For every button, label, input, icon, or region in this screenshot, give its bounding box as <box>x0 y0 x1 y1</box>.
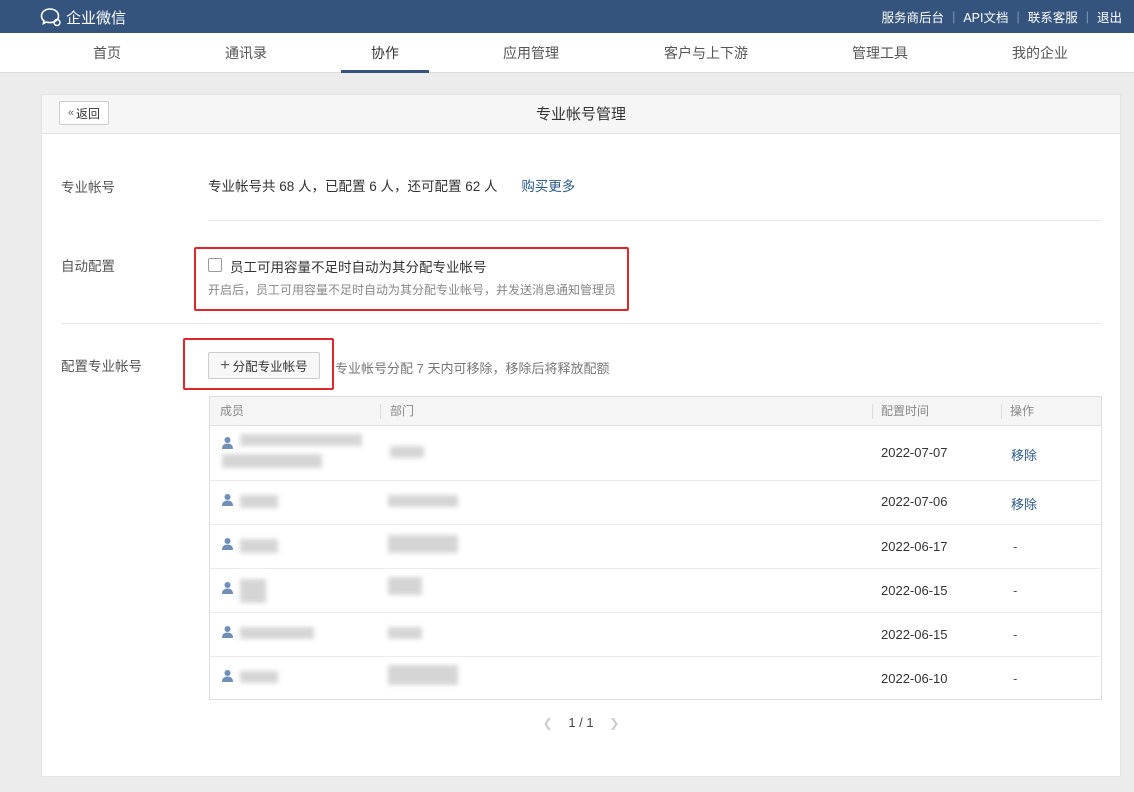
divider: | <box>952 9 956 24</box>
column-divider <box>1001 404 1002 419</box>
redacted-department <box>388 665 458 685</box>
column-date: 配置时间 <box>881 404 930 418</box>
assign-date: 2022-06-15 <box>881 583 948 598</box>
redacted-member-name <box>240 495 278 508</box>
auto-assign-checkbox[interactable] <box>208 258 222 272</box>
redacted-department <box>390 446 424 458</box>
table-header: 成员 部门 配置时间 操作 <box>210 397 1101 426</box>
column-department: 部门 <box>390 404 415 418</box>
table-row: 2022-06-17 - <box>210 525 1101 569</box>
assign-date: 2022-07-07 <box>881 445 948 460</box>
assign-account-button[interactable]: + 分配专业帐号 <box>208 352 320 379</box>
page-indicator: 1 / 1 <box>568 715 594 730</box>
nav-customers[interactable]: 客户与上下游 <box>652 33 760 73</box>
nav-admin-tools[interactable]: 管理工具 <box>836 33 924 73</box>
content-panel: 专业帐号管理 « 返回 专业帐号 专业帐号共 68 人，已配置 6 人，还可配置… <box>41 94 1121 777</box>
table-row: 2022-07-06 移除 <box>210 481 1101 525</box>
no-action: - <box>1013 583 1018 598</box>
service-provider-link[interactable]: 服务商后台 <box>882 7 945 26</box>
user-icon <box>222 670 233 682</box>
prev-page-icon[interactable]: ❮ <box>543 716 553 730</box>
wecom-logo-icon <box>40 8 61 27</box>
redacted-department <box>388 495 458 507</box>
assigned-accounts-table: 成员 部门 配置时间 操作 2022-07-07 移除 2022-07-06 移… <box>209 396 1102 700</box>
panel-header: 专业帐号管理 « 返回 <box>42 95 1120 134</box>
assign-date: 2022-06-17 <box>881 539 948 554</box>
redacted-member-name <box>240 627 314 639</box>
no-action: - <box>1013 627 1018 642</box>
table-row: 2022-06-15 - <box>210 569 1101 613</box>
column-divider <box>872 404 873 419</box>
auto-assign-label[interactable]: 员工可用容量不足时自动为其分配专业帐号 <box>230 256 487 276</box>
divider: | <box>1085 9 1089 24</box>
nav-contacts[interactable]: 通讯录 <box>206 33 286 73</box>
auto-config-label: 自动配置 <box>61 259 115 274</box>
buy-more-link[interactable]: 购买更多 <box>521 179 575 194</box>
redacted-department <box>388 535 458 553</box>
page-title: 专业帐号管理 <box>535 106 626 123</box>
plus-icon: + <box>220 356 230 374</box>
user-icon <box>222 626 233 638</box>
divider: | <box>1016 9 1020 24</box>
divider <box>61 323 1101 324</box>
double-chevron-left-icon: « <box>67 107 75 119</box>
assign-label: 配置专业帐号 <box>61 359 142 374</box>
redacted-member-name <box>240 671 278 683</box>
column-member: 成员 <box>220 404 245 418</box>
brand-name: 企业微信 <box>66 9 127 27</box>
assign-date: 2022-07-06 <box>881 494 948 509</box>
table-row: 2022-07-07 移除 <box>210 426 1101 481</box>
account-summary-text: 专业帐号共 68 人，已配置 6 人，还可配置 62 人 <box>208 179 498 194</box>
nav-collaboration[interactable]: 协作 <box>341 33 429 73</box>
assign-button-label: 分配专业帐号 <box>232 360 308 374</box>
nav-home[interactable]: 首页 <box>72 33 142 73</box>
remove-link[interactable]: 移除 <box>1011 494 1037 513</box>
table-row: 2022-06-10 - <box>210 657 1101 699</box>
contact-support-link[interactable]: 联系客服 <box>1028 7 1078 26</box>
auto-assign-hint: 开启后，员工可用容量不足时自动为其分配专业帐号，并发送消息通知管理员 <box>208 283 617 297</box>
user-icon <box>222 437 233 449</box>
divider <box>208 220 1101 221</box>
redacted-member-name <box>240 579 266 603</box>
account-label: 专业帐号 <box>61 180 115 195</box>
nav-my-company[interactable]: 我的企业 <box>996 33 1084 73</box>
no-action: - <box>1013 671 1018 686</box>
next-page-icon[interactable]: ❯ <box>609 716 619 730</box>
back-label: 返回 <box>76 106 101 121</box>
redacted-department <box>388 577 422 595</box>
api-docs-link[interactable]: API文档 <box>963 7 1008 26</box>
redacted-member-name <box>240 539 278 553</box>
redacted-member-name <box>240 434 362 446</box>
table-row: 2022-06-15 - <box>210 613 1101 657</box>
assign-note: 专业帐号分配 7 天内可移除，移除后将释放配额 <box>335 361 610 376</box>
user-icon <box>222 494 233 506</box>
user-icon <box>222 582 233 594</box>
no-action: - <box>1013 539 1018 554</box>
top-links: 服务商后台 | API文档 | 联系客服 | 退出 <box>882 0 1122 33</box>
user-icon <box>222 538 233 550</box>
column-divider <box>380 404 381 419</box>
account-summary: 专业帐号共 68 人，已配置 6 人，还可配置 62 人 购买更多 <box>208 175 575 195</box>
assign-date: 2022-06-15 <box>881 627 948 642</box>
brand-logo[interactable]: 企业微信 <box>40 6 126 28</box>
redacted-department <box>388 627 422 639</box>
main-nav: 首页 通讯录 协作 应用管理 客户与上下游 管理工具 我的企业 <box>0 33 1134 73</box>
assign-date: 2022-06-10 <box>881 671 948 686</box>
nav-app-management[interactable]: 应用管理 <box>486 33 576 73</box>
logout-link[interactable]: 退出 <box>1097 7 1122 26</box>
back-button[interactable]: « 返回 <box>59 101 109 125</box>
top-bar: 企业微信 服务商后台 | API文档 | 联系客服 | 退出 <box>0 0 1134 33</box>
remove-link[interactable]: 移除 <box>1011 445 1037 464</box>
redacted-member-name <box>222 454 322 468</box>
pagination: ❮ 1 / 1 ❯ <box>42 715 1120 730</box>
column-action: 操作 <box>1010 404 1035 418</box>
active-tab-indicator <box>341 70 429 73</box>
